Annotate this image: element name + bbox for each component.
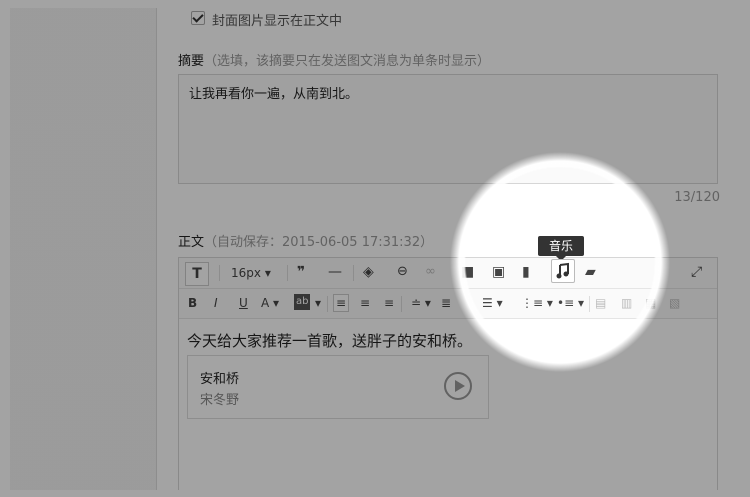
- body-heading: 正文（自动保存：2015-06-05 17:31:32）: [178, 231, 433, 250]
- summary-heading: 摘要（选填，该摘要只在发送图文消息为单条时显示）: [178, 50, 490, 69]
- float-none-icon[interactable]: ▥: [621, 295, 632, 311]
- vote-chart-icon[interactable]: ▮: [522, 264, 530, 280]
- bold-icon[interactable]: B: [188, 295, 197, 311]
- editor-window: 封面图片显示在正文中 摘要（选填，该摘要只在发送图文消息为单条时显示） 让我再看…: [10, 8, 740, 490]
- float-left-icon[interactable]: ▤: [595, 295, 606, 311]
- toolbar-row-1: T 16px ▾ ❞ — ◈ ⊖ ∞ ■ ▣ ▮ ▰ ⤢: [179, 258, 717, 289]
- center-block-icon[interactable]: ▧: [669, 295, 680, 311]
- edit-form: 封面图片显示在正文中 摘要（选填，该摘要只在发送图文消息为单条时显示） 让我再看…: [157, 8, 740, 490]
- cover-checkbox[interactable]: [191, 11, 205, 25]
- video-icon[interactable]: ■: [461, 264, 474, 280]
- hr-icon[interactable]: —: [328, 264, 342, 280]
- music-card[interactable]: 安和桥 宋冬野: [187, 355, 489, 419]
- left-sidebar: [10, 8, 157, 490]
- play-icon[interactable]: [444, 372, 472, 400]
- eraser-icon[interactable]: ◈: [363, 264, 374, 280]
- card-icon[interactable]: ▰: [585, 264, 596, 280]
- font-size-value: 16px: [231, 266, 261, 280]
- summary-hint: （选填，该摘要只在发送图文消息为单条时显示）: [204, 54, 491, 69]
- image-icon[interactable]: ▣: [492, 264, 505, 280]
- bg-color-icon[interactable]: ab: [294, 294, 311, 310]
- unordered-list-icon[interactable]: •≡ ▾: [557, 295, 584, 311]
- summary-counter: 13/120: [674, 190, 720, 205]
- music-icon[interactable]: [551, 259, 575, 283]
- editor-content-text[interactable]: 今天给大家推荐一首歌，送胖子的安和桥。: [187, 330, 472, 351]
- align-center-icon[interactable]: ≡: [360, 295, 370, 311]
- indent-icon[interactable]: ☰ ▾: [482, 295, 503, 311]
- summary-title: 摘要: [178, 54, 205, 69]
- text-icon[interactable]: T: [185, 262, 209, 286]
- music-artist: 宋冬野: [200, 393, 240, 408]
- font-color-icon[interactable]: A ▾: [261, 295, 279, 311]
- music-tooltip: 音乐: [538, 236, 584, 261]
- summary-value: 让我再看你一遍，从南到北。: [189, 87, 359, 102]
- underline-icon[interactable]: U: [239, 295, 248, 311]
- fullscreen-icon[interactable]: ⤢: [691, 264, 702, 280]
- float-right-icon[interactable]: ▦: [645, 295, 656, 311]
- music-title: 安和桥: [200, 372, 240, 387]
- autosave-status: （自动保存：2015-06-05 17:31:32）: [204, 235, 434, 250]
- unlink-icon[interactable]: ∞: [425, 264, 436, 280]
- link-icon[interactable]: ⊖: [397, 264, 408, 280]
- toolbar-row-2: B I U A ▾ ab ▾ ≡ ≡ ≡ ≐ ▾ ≣ ☰ ▾ ⋮≡ ▾ •≡ ▾…: [179, 289, 717, 319]
- quote-icon[interactable]: ❞: [297, 264, 305, 280]
- line-height-icon[interactable]: ≐ ▾: [411, 295, 431, 311]
- font-size-select[interactable]: 16px ▾: [231, 265, 271, 281]
- ordered-list-icon[interactable]: ⋮≡ ▾: [521, 295, 553, 311]
- cover-checkbox-label: 封面图片显示在正文中: [212, 14, 343, 29]
- italic-icon[interactable]: I: [214, 295, 218, 311]
- paragraph-spacing-icon[interactable]: ≣: [441, 295, 451, 311]
- align-right-icon[interactable]: ≡: [384, 295, 394, 311]
- body-title: 正文: [178, 235, 205, 250]
- summary-textarea[interactable]: 让我再看你一遍，从南到北。: [178, 74, 718, 184]
- align-left-icon[interactable]: ≡: [333, 294, 350, 312]
- rich-text-editor: T 16px ▾ ❞ — ◈ ⊖ ∞ ■ ▣ ▮ ▰ ⤢ B I U A ▾ a…: [178, 257, 718, 490]
- bg-color-dropdown-icon[interactable]: ▾: [315, 295, 321, 311]
